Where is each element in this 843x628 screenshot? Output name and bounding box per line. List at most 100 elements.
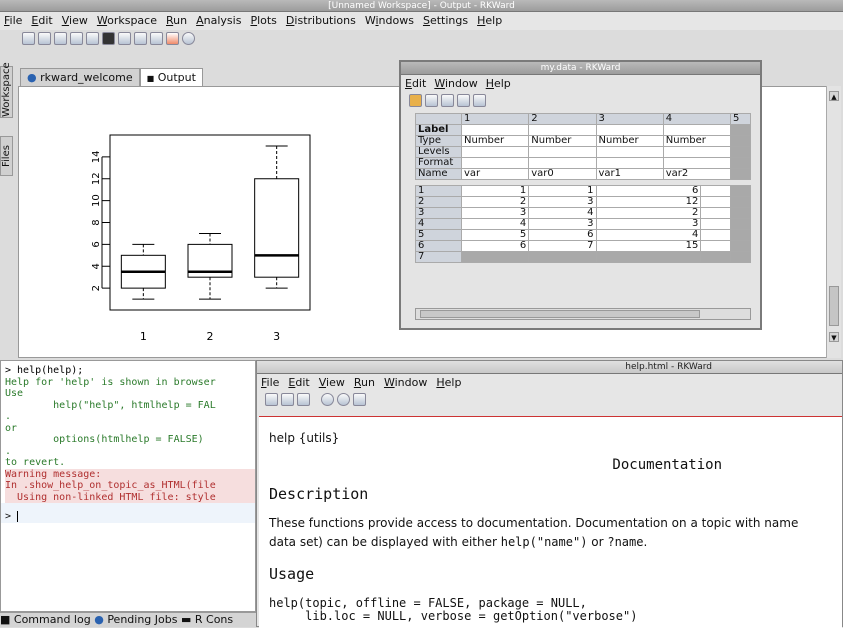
- meta-cell[interactable]: var2: [662, 168, 732, 180]
- zoom-out-icon[interactable]: [150, 31, 163, 45]
- meta-cell[interactable]: [460, 146, 530, 158]
- help-menu-edit[interactable]: Edit: [288, 374, 309, 392]
- data-cell[interactable]: [460, 251, 530, 263]
- open-icon[interactable]: [54, 31, 67, 45]
- console-prompt-line[interactable]: >: [1, 503, 255, 523]
- data-cell[interactable]: 4: [460, 218, 530, 230]
- data-cell[interactable]: 2: [460, 196, 530, 208]
- side-tab-workspace[interactable]: Workspace: [0, 62, 13, 118]
- data-cell[interactable]: 2: [595, 207, 702, 219]
- zoom-in-icon[interactable]: [281, 392, 294, 406]
- menu-workspace[interactable]: Workspace: [97, 12, 157, 30]
- de-menu-edit[interactable]: Edit: [405, 75, 426, 93]
- meta-cell[interactable]: var0: [528, 168, 597, 180]
- data-cell[interactable]: [700, 185, 731, 197]
- tab-output[interactable]: ■ Output: [139, 68, 203, 86]
- data-cell[interactable]: 1: [460, 185, 530, 197]
- zoom-in-icon[interactable]: [134, 31, 147, 45]
- meta-cell[interactable]: [460, 124, 530, 136]
- forward-icon[interactable]: [337, 392, 350, 406]
- data-cell[interactable]: 4: [595, 229, 702, 241]
- new-script-icon[interactable]: [22, 31, 35, 45]
- stop-icon[interactable]: [102, 31, 115, 45]
- column-header[interactable]: 3: [595, 113, 664, 125]
- menu-file[interactable]: File: [4, 12, 22, 30]
- data-cell[interactable]: 7: [528, 240, 597, 252]
- tab-r-console[interactable]: ▬ R Cons: [181, 613, 233, 626]
- meta-cell[interactable]: [662, 146, 732, 158]
- cut-icon[interactable]: [409, 93, 422, 107]
- zoom-icon[interactable]: [265, 392, 278, 406]
- tab-pending-jobs[interactable]: ● Pending Jobs: [94, 613, 177, 626]
- de-menu-window[interactable]: Window: [434, 75, 477, 93]
- copy-icon[interactable]: [425, 93, 438, 107]
- column-header[interactable]: 2: [528, 113, 597, 125]
- data-cell[interactable]: 4: [528, 207, 597, 219]
- data-cell[interactable]: 3: [460, 207, 530, 219]
- meta-cell[interactable]: [662, 124, 732, 136]
- tab-rkward-welcome[interactable]: ● rkward_welcome: [20, 68, 140, 86]
- data-cell[interactable]: 3: [528, 196, 597, 208]
- close-icon[interactable]: [166, 31, 179, 45]
- data-cell[interactable]: [700, 196, 731, 208]
- refresh-icon[interactable]: [182, 31, 195, 45]
- insert-column-icon[interactable]: [457, 93, 470, 107]
- data-cell[interactable]: [528, 251, 597, 263]
- scroll-down-arrow[interactable]: ▼: [829, 332, 839, 342]
- meta-cell[interactable]: [595, 157, 664, 169]
- meta-cell[interactable]: [528, 157, 597, 169]
- meta-cell[interactable]: [595, 146, 664, 158]
- data-cell[interactable]: 15: [595, 240, 702, 252]
- delete-column-icon[interactable]: [473, 93, 486, 107]
- meta-cell[interactable]: [595, 124, 664, 136]
- window-icon[interactable]: [86, 31, 99, 45]
- save-icon[interactable]: [70, 31, 83, 45]
- data-cell[interactable]: 12: [595, 196, 702, 208]
- menu-edit[interactable]: Edit: [31, 12, 52, 30]
- data-cell[interactable]: 3: [528, 218, 597, 230]
- data-cell[interactable]: [700, 229, 731, 241]
- tab-command-log[interactable]: ■ Command log: [0, 613, 91, 626]
- meta-cell[interactable]: [662, 157, 732, 169]
- meta-cell[interactable]: Number: [460, 135, 530, 147]
- data-cell[interactable]: 3: [595, 218, 702, 230]
- paste-icon[interactable]: [441, 93, 454, 107]
- help-menu-window[interactable]: Window: [384, 374, 427, 392]
- row-number[interactable]: 3: [415, 207, 462, 219]
- de-menu-help[interactable]: Help: [486, 75, 511, 93]
- help-menu-help[interactable]: Help: [436, 374, 461, 392]
- column-header[interactable]: 5: [730, 113, 751, 125]
- scroll-thumb[interactable]: [829, 286, 839, 326]
- data-cell[interactable]: 6: [460, 240, 530, 252]
- meta-cell[interactable]: var1: [595, 168, 664, 180]
- meta-cell[interactable]: [528, 146, 597, 158]
- row-number[interactable]: 1: [415, 185, 462, 197]
- data-cell[interactable]: [700, 218, 731, 230]
- row-number[interactable]: 2: [415, 196, 462, 208]
- back-icon[interactable]: [321, 392, 334, 406]
- help-menu-file[interactable]: File: [261, 374, 279, 392]
- data-editor-hscrollbar[interactable]: [415, 308, 751, 320]
- data-cell[interactable]: [595, 251, 702, 263]
- scroll-up-arrow[interactable]: ▲: [829, 91, 839, 101]
- data-cell[interactable]: 6: [595, 185, 702, 197]
- data-cell[interactable]: [700, 240, 731, 252]
- menu-run[interactable]: Run: [166, 12, 187, 30]
- help-menu-view[interactable]: View: [319, 374, 345, 392]
- row-number[interactable]: 5: [415, 229, 462, 241]
- menu-view[interactable]: View: [62, 12, 88, 30]
- zoom-icon[interactable]: [118, 31, 131, 45]
- row-number[interactable]: 4: [415, 218, 462, 230]
- help-menu-run[interactable]: Run: [354, 374, 375, 392]
- meta-cell[interactable]: Number: [662, 135, 732, 147]
- menu-analysis[interactable]: Analysis: [196, 12, 241, 30]
- meta-cell[interactable]: [528, 124, 597, 136]
- menu-settings[interactable]: Settings: [423, 12, 468, 30]
- data-cell[interactable]: 6: [528, 229, 597, 241]
- meta-cell[interactable]: var: [460, 168, 530, 180]
- new-data-icon[interactable]: [38, 31, 51, 45]
- output-scrollbar[interactable]: ▲ ▼: [826, 86, 841, 358]
- menu-distributions[interactable]: Distributions: [286, 12, 356, 30]
- column-header[interactable]: 4: [662, 113, 732, 125]
- data-cell[interactable]: 1: [528, 185, 597, 197]
